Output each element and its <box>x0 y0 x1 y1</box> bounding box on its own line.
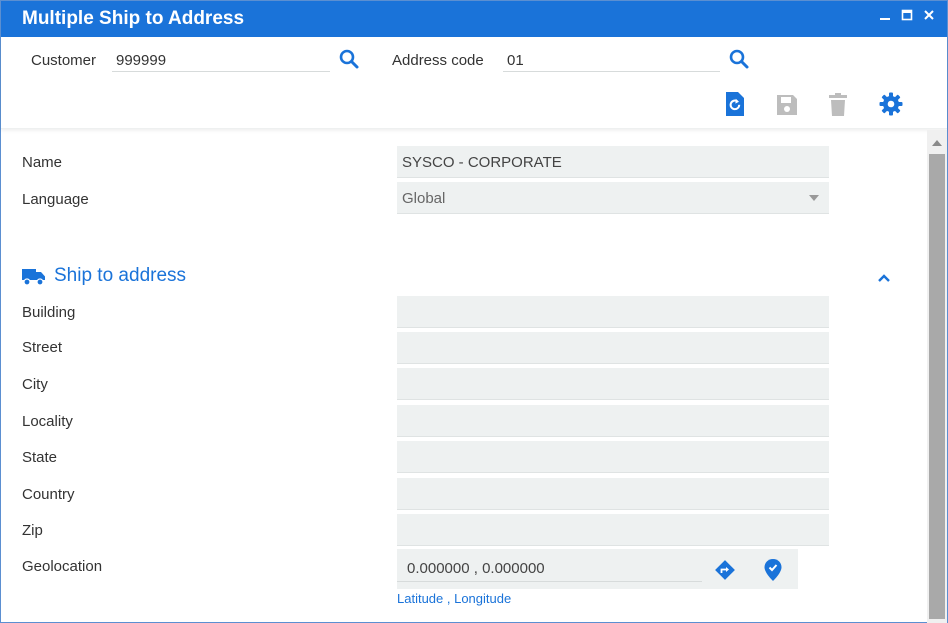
geolocation-label: Geolocation <box>22 558 103 575</box>
building-label: Building <box>22 304 76 321</box>
street-field[interactable] <box>397 332 829 364</box>
gear-icon[interactable] <box>878 91 904 117</box>
scroll-up-arrow-icon[interactable] <box>932 140 942 146</box>
language-selected-value: Global <box>402 190 446 207</box>
scrollbar-thumb[interactable] <box>929 154 945 619</box>
language-label: Language <box>22 191 89 208</box>
directions-icon[interactable] <box>713 558 737 582</box>
locality-label: Locality <box>22 413 73 430</box>
country-label: Country <box>22 486 75 503</box>
vertical-scrollbar[interactable] <box>927 130 947 623</box>
multiple-ship-to-address-window: Multiple Ship to Address Customer Addres… <box>0 0 948 623</box>
ship-to-address-section-title[interactable]: Ship to address <box>54 265 186 287</box>
customer-label: Customer <box>31 52 97 69</box>
locality-field[interactable] <box>397 405 829 437</box>
zip-label: Zip <box>22 522 43 539</box>
window-title: Multiple Ship to Address <box>22 8 245 29</box>
name-label: Name <box>22 154 63 171</box>
map-pin-icon[interactable] <box>761 557 785 583</box>
street-label: Street <box>22 339 63 356</box>
city-field[interactable] <box>397 368 829 400</box>
zip-field[interactable] <box>397 514 829 546</box>
language-select[interactable]: Global <box>397 182 829 214</box>
chevron-up-icon[interactable] <box>877 270 891 288</box>
address-code-input[interactable] <box>503 50 720 72</box>
geolocation-value: 0.000000 , 0.000000 <box>407 560 545 577</box>
name-field[interactable]: SYSCO - CORPORATE <box>397 146 829 178</box>
close-icon[interactable] <box>921 7 937 23</box>
geolocation-hint: Latitude , Longitude <box>397 591 512 606</box>
customer-input[interactable] <box>112 50 330 72</box>
save-icon[interactable] <box>775 93 799 117</box>
header-panel: Customer Address code <box>1 37 947 129</box>
refresh-icon[interactable] <box>723 91 747 117</box>
country-field[interactable] <box>397 478 829 510</box>
address-code-label: Address code <box>392 52 484 69</box>
state-label: State <box>22 449 58 466</box>
title-bar: Multiple Ship to Address <box>1 1 947 37</box>
geolocation-field[interactable]: 0.000000 , 0.000000 <box>397 549 798 589</box>
truck-icon <box>22 268 46 291</box>
address-code-search-icon[interactable] <box>727 47 751 71</box>
maximize-icon[interactable] <box>899 7 915 23</box>
minimize-icon[interactable] <box>877 7 893 23</box>
content-area: Name SYSCO - CORPORATE Language Global S… <box>1 130 926 623</box>
city-label: City <box>22 376 48 393</box>
geolocation-underline <box>397 581 702 582</box>
dropdown-caret-icon <box>809 195 819 201</box>
state-field[interactable] <box>397 441 829 473</box>
delete-icon[interactable] <box>827 92 849 118</box>
building-field[interactable] <box>397 296 829 328</box>
customer-search-icon[interactable] <box>337 47 361 71</box>
